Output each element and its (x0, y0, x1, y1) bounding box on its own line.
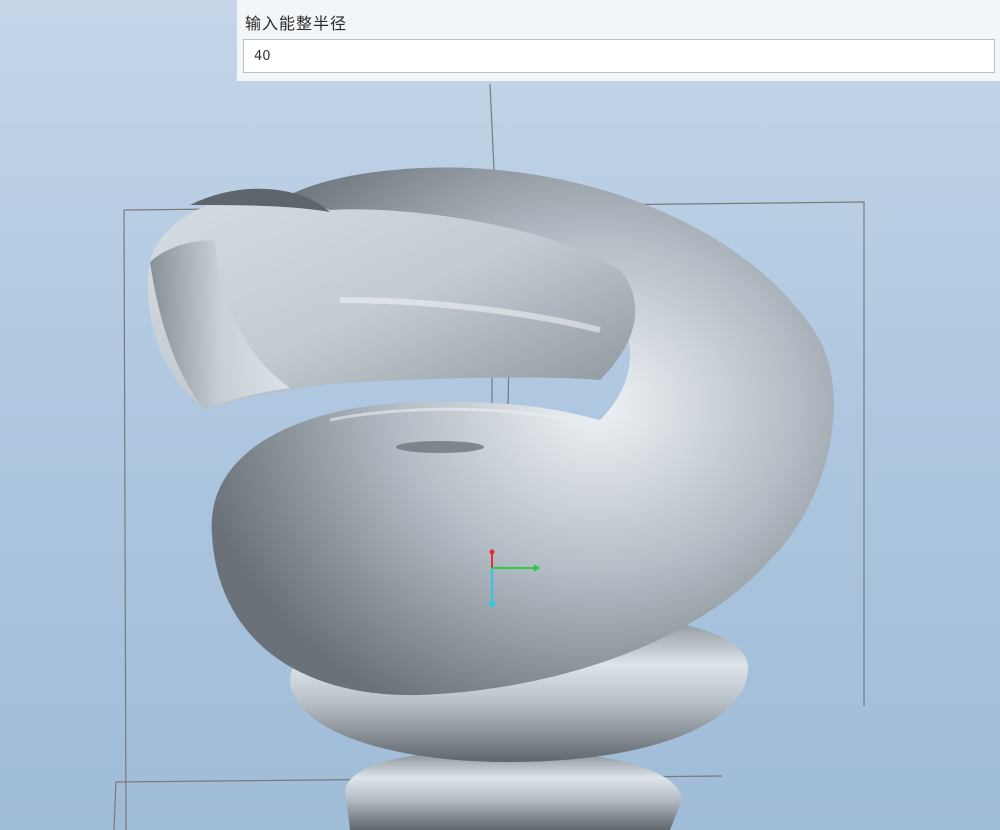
axis-y-tip (489, 549, 495, 555)
prompt-label: 输入能整半径 (245, 14, 348, 33)
datum-plane-left-edge (123, 209, 127, 830)
model-viewport[interactable] (0, 0, 1000, 830)
input-prompt-panel: 输入能整半径 (236, 0, 1000, 82)
axis-z-tip (489, 601, 495, 607)
datum-plane-bottom-left (113, 781, 117, 830)
radius-input-field[interactable] (243, 39, 995, 73)
